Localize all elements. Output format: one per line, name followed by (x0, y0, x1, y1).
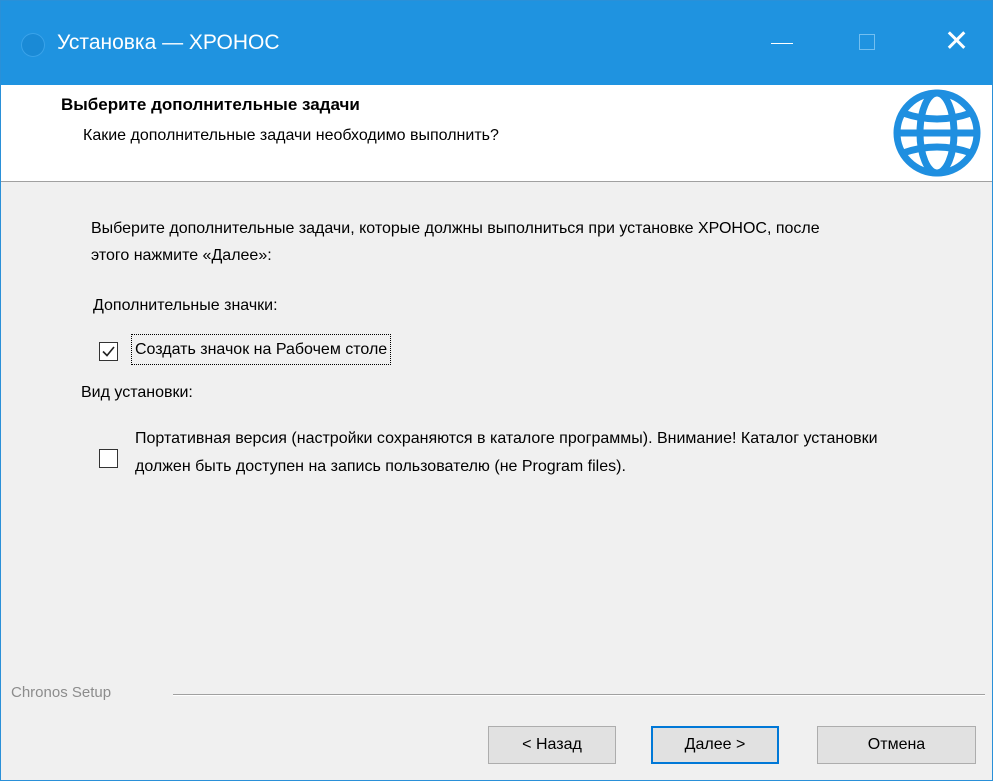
app-icon (21, 33, 45, 57)
checkmark-icon (102, 346, 115, 357)
back-button[interactable]: < Назад (488, 726, 616, 764)
page-title: Выберите дополнительные задачи (61, 95, 360, 114)
maximize-icon (859, 34, 875, 50)
install-type-label: Вид установки: (81, 384, 193, 401)
minimize-button[interactable] (745, 1, 820, 85)
additional-icons-label: Дополнительные значки: (93, 297, 278, 314)
footer-divider (173, 694, 985, 696)
setup-brand-label: Chronos Setup (11, 684, 112, 701)
page-subtitle: Какие дополнительные задачи необходимо в… (83, 127, 499, 144)
portable-version-checkbox[interactable] (99, 449, 118, 468)
cancel-button[interactable]: Отмена (817, 726, 976, 764)
desktop-icon-label[interactable]: Создать значок на Рабочем столе (130, 334, 392, 365)
portable-version-label[interactable]: Портативная версия (настройки сохраняютс… (135, 425, 895, 481)
minimize-icon (771, 43, 793, 44)
installer-window: Установка — ХРОНОС ✕ Выберите дополнител… (0, 0, 993, 781)
desktop-icon-checkbox[interactable] (99, 342, 118, 361)
window-title: Установка — ХРОНОС (57, 31, 280, 54)
globe-icon (893, 89, 981, 177)
instructions-text: Выберите дополнительные задачи, которые … (91, 220, 820, 264)
maximize-button[interactable] (833, 1, 908, 85)
title-bar[interactable]: Установка — ХРОНОС ✕ (1, 1, 992, 85)
wizard-header: Выберите дополнительные задачи Какие доп… (1, 85, 992, 182)
close-icon: ✕ (944, 24, 970, 59)
close-button[interactable]: ✕ (918, 1, 993, 85)
next-button[interactable]: Далее > (651, 726, 779, 764)
